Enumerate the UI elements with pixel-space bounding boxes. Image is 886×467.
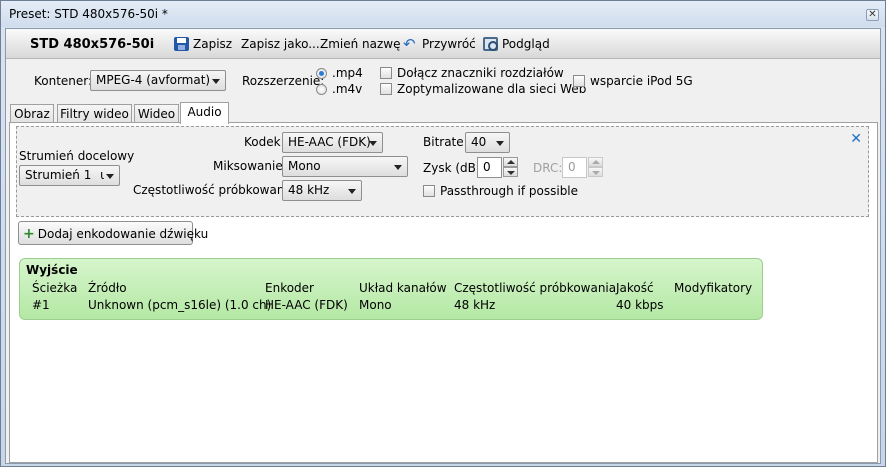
save-button[interactable]: Zapisz (174, 37, 232, 51)
samplerate-label: Częstotliwość próbkowania: (133, 183, 300, 197)
tab-obraz[interactable]: Obraz (10, 104, 54, 123)
codec-label: Kodek: (244, 135, 285, 149)
bitrate-select[interactable]: 40 (465, 132, 510, 153)
output-header-track: Ścieżka (32, 281, 78, 295)
revert-button-label: Przywróć (422, 37, 476, 51)
chevron-down-icon (496, 141, 504, 146)
output-header-source: Źródło (88, 281, 127, 295)
revert-button[interactable]: ↶ Przywróć (403, 35, 476, 53)
output-cell-track: #1 (32, 298, 50, 312)
save-button-label: Zapisz (193, 37, 233, 51)
extension-m4v-label: .m4v (332, 82, 363, 96)
drc-label: DRC: (533, 161, 563, 175)
plus-icon: + (23, 226, 35, 242)
extension-radio-m4v[interactable] (316, 84, 327, 95)
extension-mp4-label: .mp4 (332, 66, 363, 80)
output-cell-source: Unknown (pcm_s16le) (1.0 ch) (88, 298, 272, 312)
toolbar: STD 480x576-50i Zapisz Zapisz jako... Zm… (6, 29, 880, 59)
gain-up-icon[interactable] (503, 157, 518, 167)
target-stream-label: Strumień docelowy (19, 149, 135, 163)
bitrate-select-value: 40 (471, 135, 487, 149)
chevron-down-icon (369, 141, 377, 146)
drc-input[interactable]: 0 (562, 157, 587, 178)
ipod-checkbox[interactable] (573, 75, 585, 87)
output-header-encoder: Enkoder (265, 281, 314, 295)
rename-button[interactable]: Zmień nazwę (320, 37, 401, 51)
rename-button-label: Zmień nazwę (320, 37, 401, 51)
chevron-down-icon (394, 165, 402, 170)
extension-label: Rozszerzenie: (242, 74, 325, 88)
preview-button[interactable]: Podgląd (483, 37, 550, 51)
output-cell-channels: Mono (359, 298, 392, 312)
remove-track-icon[interactable]: ✕ (850, 131, 862, 147)
codec-select-value: HE-AAC (FDK) (288, 135, 371, 149)
container-select-value: MPEG-4 (avformat) (96, 73, 211, 87)
output-cell-encoder: HE-AAC (FDK) (265, 298, 348, 312)
add-audio-encoding-button[interactable]: + Dodaj enkodowanie dźwięku (18, 221, 208, 245)
chevron-down-icon (348, 189, 356, 194)
output-header-modifiers: Modyfikatory (674, 281, 753, 295)
samplerate-select[interactable]: 48 kHz (282, 180, 362, 201)
output-header-channels: Układ kanałów (359, 281, 447, 295)
output-title: Wyjście (26, 263, 78, 277)
audio-track-row: ✕ Strumień docelowy Strumień 1 ι Kodek: … (16, 126, 869, 217)
window-title: Preset: STD 480x576-50i * (9, 7, 168, 21)
gain-stepper[interactable] (503, 157, 518, 178)
preset-name: STD 480x576-50i (30, 37, 155, 52)
drc-up-icon[interactable] (588, 157, 603, 167)
tab-filtry-wideo[interactable]: Filtry wideo (57, 104, 132, 123)
passthrough-checkbox[interactable] (423, 185, 435, 197)
target-stream-select[interactable]: Strumień 1 ι (19, 165, 120, 186)
preview-icon (483, 37, 498, 51)
tab-wideo[interactable]: Wideo (134, 104, 179, 123)
chapters-label: Dołącz znaczniki rozdziałów (397, 66, 564, 80)
output-header-samplerate: Częstotliwość próbkowania (454, 281, 617, 295)
chevron-down-icon (106, 174, 114, 179)
target-stream-value: Strumień 1 (25, 168, 92, 182)
samplerate-select-value: 48 kHz (288, 183, 330, 197)
gain-label: Zysk (dB): (423, 161, 485, 175)
chapters-checkbox[interactable] (380, 67, 392, 79)
save-icon (174, 37, 189, 51)
mixdown-select[interactable]: Mono (282, 156, 408, 177)
container-select[interactable]: MPEG-4 (avformat) (90, 70, 226, 91)
target-stream-suffix: ι (100, 168, 105, 182)
drc-stepper[interactable] (588, 157, 603, 178)
add-audio-encoding-label: Dodaj enkodowanie dźwięku (37, 227, 209, 241)
drc-down-icon[interactable] (588, 167, 603, 177)
preset-window: Preset: STD 480x576-50i * ✕ STD 480x576-… (0, 0, 886, 467)
audio-tab-panel: ✕ Strumień docelowy Strumień 1 ι Kodek: … (9, 122, 878, 463)
output-summary: Wyjście Ścieżka Źródło Enkoder Układ kan… (19, 258, 763, 320)
bitrate-label: Bitrate: (423, 135, 468, 149)
output-header-quality: Jakość (616, 281, 654, 295)
close-window-button[interactable]: ✕ (866, 9, 879, 21)
extension-radio-mp4[interactable] (316, 68, 327, 79)
save-as-button-label: Zapisz jako... (241, 37, 320, 51)
tab-audio[interactable]: Audio (180, 102, 229, 124)
web-optimized-checkbox[interactable] (380, 83, 392, 95)
ipod-label: wsparcie iPod 5G (590, 74, 693, 88)
web-optimized-label: Zoptymalizowane dla sieci Web (397, 82, 587, 96)
output-cell-quality: 40 kbps (616, 298, 664, 312)
codec-select[interactable]: HE-AAC (FDK) (282, 132, 383, 153)
gain-input[interactable]: 0 (477, 157, 502, 178)
mixdown-select-value: Mono (288, 159, 321, 173)
client-area: STD 480x576-50i Zapisz Zapisz jako... Zm… (5, 28, 881, 464)
passthrough-label: Passthrough if possible (440, 184, 579, 198)
mixdown-label: Miksowanie: (213, 159, 287, 173)
title-bar[interactable]: Preset: STD 480x576-50i * ✕ (1, 1, 885, 27)
save-as-button[interactable]: Zapisz jako... (241, 37, 320, 51)
chevron-down-icon (212, 79, 220, 84)
undo-icon: ↶ (403, 35, 416, 53)
gain-down-icon[interactable] (503, 167, 518, 177)
output-cell-samplerate: 48 kHz (454, 298, 496, 312)
preview-button-label: Podgląd (502, 37, 550, 51)
container-label: Kontener: (34, 74, 93, 88)
